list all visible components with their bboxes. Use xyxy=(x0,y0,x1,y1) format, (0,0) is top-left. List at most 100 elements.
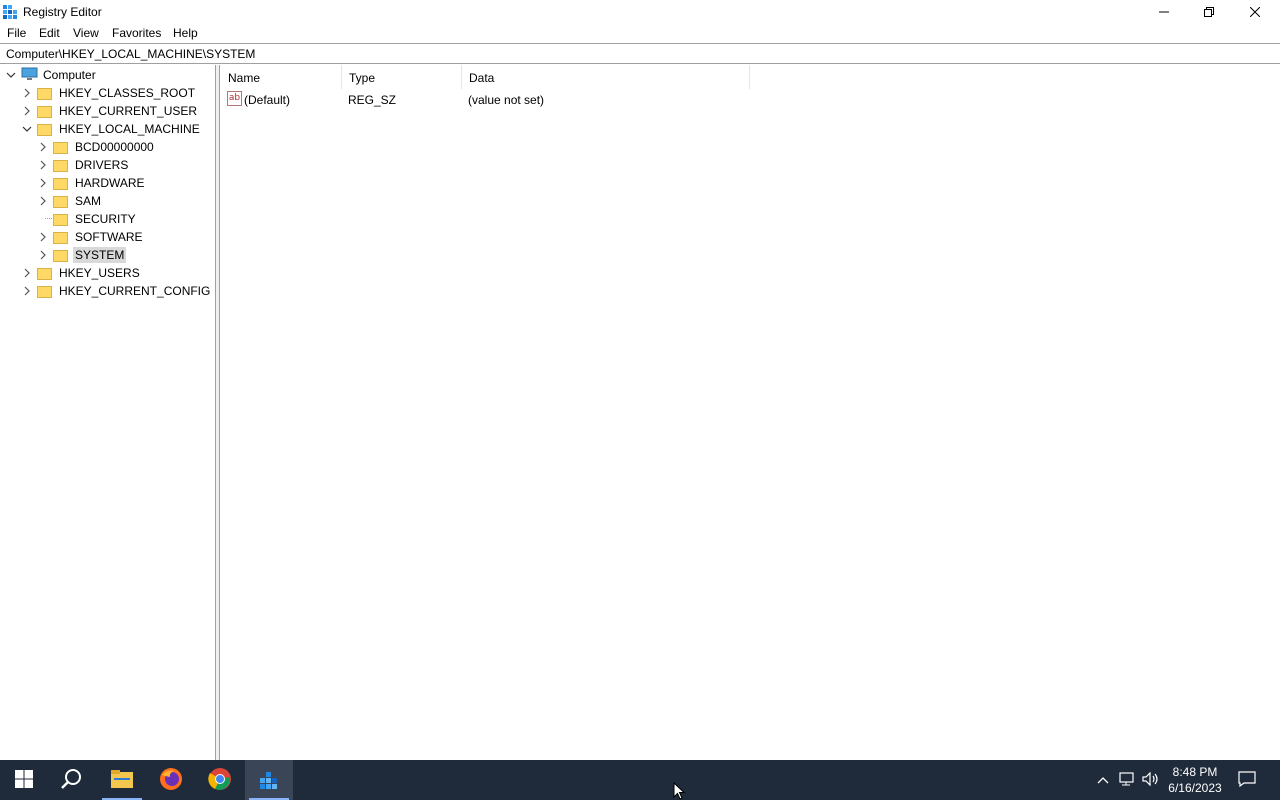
tree-item-software[interactable]: SOFTWARE xyxy=(37,228,145,246)
folder-icon xyxy=(53,195,68,208)
taskbar-registry-editor[interactable] xyxy=(245,760,293,800)
registry-editor-icon xyxy=(258,768,280,793)
chevron-right-icon[interactable] xyxy=(37,195,49,207)
chevron-right-icon[interactable] xyxy=(21,87,33,99)
chevron-right-icon[interactable] xyxy=(21,267,33,279)
folder-icon xyxy=(37,87,52,100)
string-value-icon: ab xyxy=(227,91,242,106)
address-bar[interactable]: Computer\HKEY_LOCAL_MACHINE\SYSTEM xyxy=(0,43,1280,64)
tree-item-security[interactable]: SECURITY xyxy=(37,210,138,228)
tree-item-sam[interactable]: SAM xyxy=(37,192,103,210)
chevron-right-icon[interactable] xyxy=(37,249,49,261)
taskbar-file-explorer[interactable] xyxy=(98,760,146,800)
folder-open-icon xyxy=(37,123,52,136)
chevron-right-icon[interactable] xyxy=(21,285,33,297)
clock-date: 6/16/2023 xyxy=(1168,781,1222,795)
menu-help[interactable]: Help xyxy=(173,26,198,40)
tree-label: HKEY_USERS xyxy=(59,266,140,280)
show-hidden-icons-button[interactable] xyxy=(1093,770,1113,790)
folder-icon xyxy=(37,267,52,280)
chevron-right-icon[interactable] xyxy=(21,105,33,117)
restore-button[interactable] xyxy=(1186,0,1232,23)
tree-label: SOFTWARE xyxy=(75,230,143,244)
close-button[interactable] xyxy=(1232,0,1278,23)
start-button[interactable] xyxy=(0,760,48,800)
folder-icon xyxy=(53,213,68,226)
chevron-right-icon[interactable] xyxy=(37,177,49,189)
column-header-label: Type xyxy=(349,71,376,85)
tree-item-hkey-local-machine[interactable]: HKEY_LOCAL_MACHINE xyxy=(21,120,202,138)
folder-icon xyxy=(53,177,68,190)
windows-logo-icon xyxy=(15,769,33,791)
folder-icon xyxy=(53,159,68,172)
tree-item-bcd00000000[interactable]: BCD00000000 xyxy=(37,138,156,156)
folder-icon xyxy=(37,285,52,298)
taskbar: 8:48 PM 6/16/2023 xyxy=(0,760,1280,800)
registry-editor-app-icon xyxy=(2,4,18,20)
column-header-data[interactable]: Data xyxy=(462,65,750,89)
tree-item-hkey-users[interactable]: HKEY_USERS xyxy=(21,264,142,282)
menu-bar: File Edit View Favorites Help xyxy=(0,23,1280,43)
folder-icon xyxy=(53,231,68,244)
window-title: Registry Editor xyxy=(23,5,102,19)
value-row[interactable]: ab (Default) REG_SZ (value not set) xyxy=(221,89,751,109)
column-header-type[interactable]: Type xyxy=(342,65,462,89)
taskbar-chrome[interactable] xyxy=(196,760,244,800)
tree-label: SECURITY xyxy=(75,212,136,226)
volume-tray-button[interactable] xyxy=(1141,770,1161,790)
taskbar-firefox[interactable] xyxy=(147,760,195,800)
tree-label: DRIVERS xyxy=(75,158,129,172)
search-icon xyxy=(61,768,83,793)
value-type: REG_SZ xyxy=(348,93,397,107)
value-data: (value not set) xyxy=(468,93,545,107)
notification-icon xyxy=(1238,770,1256,790)
tree-label: BCD00000000 xyxy=(75,140,154,154)
tree-label: HKEY_LOCAL_MACHINE xyxy=(59,122,200,136)
menu-view[interactable]: View xyxy=(73,26,99,40)
menu-favorites[interactable]: Favorites xyxy=(112,26,161,40)
tree-item-hkey-current-config[interactable]: HKEY_CURRENT_CONFIG xyxy=(21,282,212,300)
chevron-down-icon[interactable] xyxy=(5,69,17,81)
value-name: (Default) xyxy=(244,93,291,107)
chevron-down-icon[interactable] xyxy=(21,123,33,135)
values-list-pane[interactable]: Name Type Data ab (Default) REG_SZ (valu… xyxy=(221,65,1280,760)
tree-item-system[interactable]: SYSTEM xyxy=(37,246,127,264)
chevron-right-icon[interactable] xyxy=(37,159,49,171)
tree-label: HKEY_CLASSES_ROOT xyxy=(59,86,196,100)
address-path[interactable]: Computer\HKEY_LOCAL_MACHINE\SYSTEM xyxy=(6,47,255,61)
tree-item-computer[interactable]: Computer xyxy=(5,66,98,84)
tree-item-drivers[interactable]: DRIVERS xyxy=(37,156,130,174)
taskbar-clock[interactable]: 8:48 PM 6/16/2023 xyxy=(1160,764,1230,796)
tree-item-hardware[interactable]: HARDWARE xyxy=(37,174,147,192)
tree-label: SAM xyxy=(75,194,102,208)
network-tray-button[interactable] xyxy=(1117,770,1137,790)
menu-file[interactable]: File xyxy=(7,26,26,40)
speaker-icon xyxy=(1142,771,1160,789)
menu-edit[interactable]: Edit xyxy=(39,26,60,40)
tree-label: Computer xyxy=(43,68,96,82)
column-header-label: Data xyxy=(469,71,495,85)
computer-icon xyxy=(21,67,38,84)
file-explorer-icon xyxy=(110,769,134,792)
minimize-button[interactable] xyxy=(1141,0,1187,23)
pane-splitter[interactable] xyxy=(216,65,220,760)
network-icon xyxy=(1119,771,1135,789)
tree-label: HKEY_CURRENT_USER xyxy=(59,104,198,118)
tree-label: HARDWARE xyxy=(75,176,145,190)
mouse-pointer-icon xyxy=(673,781,687,800)
column-header-name[interactable]: Name xyxy=(221,65,342,89)
chevron-right-icon[interactable] xyxy=(37,231,49,243)
tree-item-hkey-classes-root[interactable]: HKEY_CLASSES_ROOT xyxy=(21,84,197,102)
folder-icon xyxy=(37,105,52,118)
firefox-icon xyxy=(159,767,183,794)
chevron-up-icon xyxy=(1097,773,1109,787)
column-header-label: Name xyxy=(228,71,261,85)
search-button[interactable] xyxy=(48,760,96,800)
chevron-right-icon[interactable] xyxy=(37,141,49,153)
tree-pane[interactable]: Computer HKEY_CLASSES_ROOT HKEY_CURRENT_… xyxy=(0,65,216,760)
tree-label: SYSTEM xyxy=(73,247,127,263)
tree-item-hkey-current-user[interactable]: HKEY_CURRENT_USER xyxy=(21,102,199,120)
folder-icon xyxy=(53,141,68,154)
action-center-button[interactable] xyxy=(1237,770,1257,790)
